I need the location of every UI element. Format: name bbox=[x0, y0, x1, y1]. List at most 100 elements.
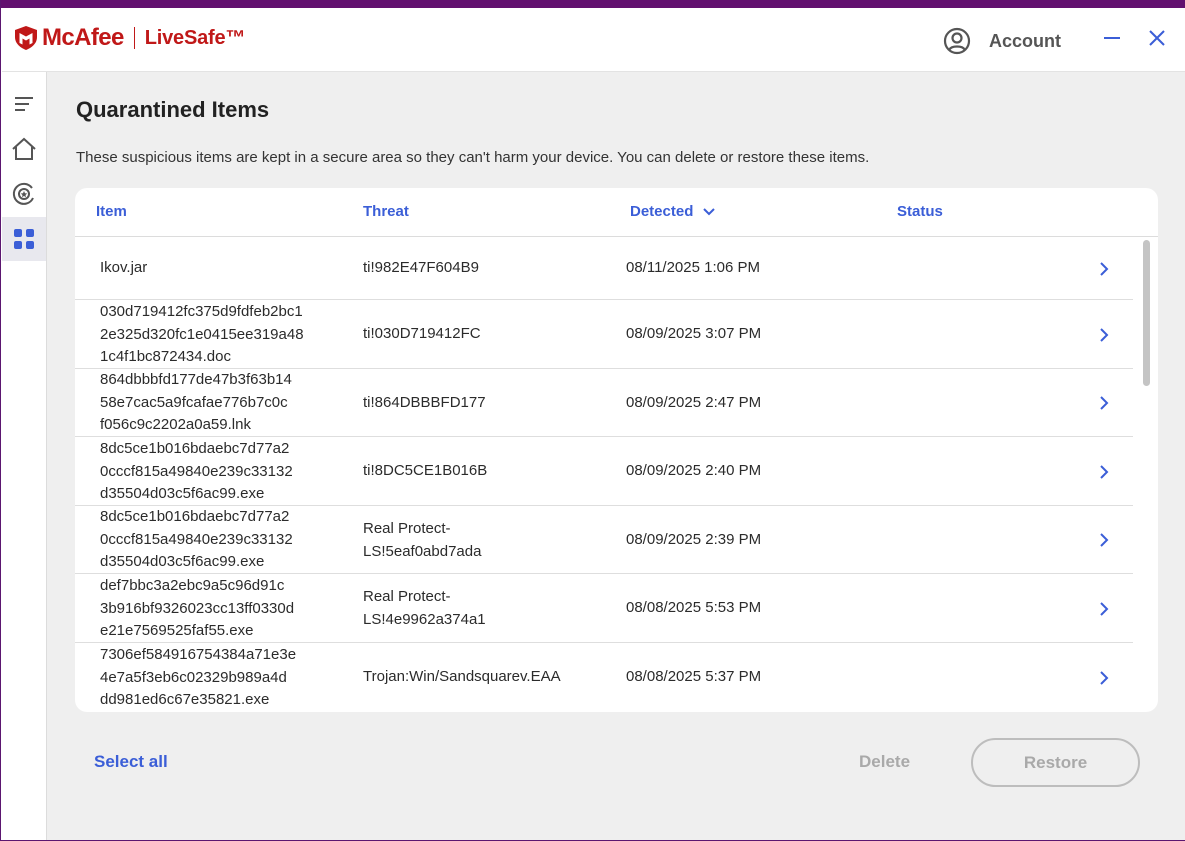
threat-name-cell-line: Real Protect- bbox=[363, 588, 451, 605]
table-row[interactable]: 8dc5ce1b016bdaebc7d77a2 0cccf815a49840e23… bbox=[75, 437, 1133, 506]
item-name-cell-line: 7306ef584916754384a71e3e bbox=[100, 646, 297, 663]
chevron-right-icon[interactable] bbox=[1097, 396, 1111, 410]
chevron-right-icon[interactable] bbox=[1097, 602, 1111, 616]
app-header: McAfee LiveSafe™ Account bbox=[2, 8, 1185, 72]
page-title: Quarantined Items bbox=[76, 97, 270, 122]
threat-name-cell-line: ti!864DBBBFD177 bbox=[363, 394, 486, 411]
column-header-item[interactable]: Item bbox=[96, 203, 127, 220]
item-name-cell-line: 8dc5ce1b016bdaebc7d77a2 bbox=[100, 508, 290, 525]
item-name-cell-line: d35504d03c5f6ac99.exe bbox=[100, 485, 265, 502]
item-name-cell: 8dc5ce1b016bdaebc7d77a2 0cccf815a49840e23… bbox=[100, 438, 340, 506]
brand-divider bbox=[133, 27, 135, 49]
chevron-right-icon[interactable] bbox=[1097, 671, 1111, 685]
item-name-cell-line: 0cccf815a49840e239c33132 bbox=[100, 530, 293, 548]
chevron-right-icon[interactable] bbox=[1097, 328, 1111, 342]
select-all-link[interactable]: Select all bbox=[94, 752, 168, 772]
item-name-cell: Ikov.jar bbox=[100, 257, 340, 280]
threat-name-cell: ti!982E47F604B9 bbox=[363, 257, 603, 280]
apps-grid-icon bbox=[14, 229, 34, 249]
chevron-right-icon[interactable] bbox=[1097, 465, 1111, 479]
threat-name-cell-line: Real Protect- bbox=[363, 520, 451, 537]
chevron-down-icon bbox=[702, 208, 715, 216]
restore-button[interactable]: Restore bbox=[971, 738, 1140, 787]
page-description: These suspicious items are kept in a sec… bbox=[76, 149, 870, 166]
home-icon bbox=[12, 137, 36, 160]
item-name-cell-line: 1c4f1bc872434.doc bbox=[100, 348, 231, 365]
delete-button[interactable]: Delete bbox=[859, 752, 910, 772]
quarantine-table: Item Threat Detected Status Ikov.jar ti!9… bbox=[75, 188, 1158, 712]
brand-name: McAfee bbox=[42, 24, 124, 51]
threat-name-cell: Real Protect- LS!4e9962a374a1 bbox=[363, 586, 603, 631]
item-name-cell: 8dc5ce1b016bdaebc7d77a2 0cccf815a49840e23… bbox=[100, 506, 340, 574]
table-row[interactable]: 864dbbbfd177de47b3f63b14 58e7cac5a9fcafae… bbox=[75, 369, 1133, 437]
sidebar-item-protection[interactable] bbox=[2, 172, 46, 216]
sidebar-item-menu[interactable] bbox=[2, 82, 46, 126]
item-name-cell-line: Ikov.jar bbox=[100, 259, 148, 276]
threat-name-cell-line: LS!4e9962a374a1 bbox=[363, 610, 486, 628]
detected-date-cell: 08/11/2025 1:06 PM bbox=[626, 259, 760, 276]
item-name-cell-line: 864dbbbfd177de47b3f63b14 bbox=[100, 371, 292, 388]
main-content: Quarantined Items These suspicious items… bbox=[47, 72, 1185, 840]
threat-name-cell-line: ti!982E47F604B9 bbox=[363, 259, 479, 276]
scrollbar[interactable] bbox=[1139, 240, 1153, 710]
item-name-cell-line: def7bbc3a2ebc9a5c96d91c bbox=[100, 577, 285, 594]
item-name-cell-line: 58e7cac5a9fcafae776b7c0c bbox=[100, 393, 288, 411]
sidebar-item-apps[interactable] bbox=[2, 217, 46, 261]
detected-date-cell: 08/09/2025 2:39 PM bbox=[626, 531, 762, 548]
threat-name-cell-line: LS!5eaf0abd7ada bbox=[363, 542, 482, 560]
threat-name-cell-line: Trojan:Win/Sandsquarev.EAA bbox=[363, 668, 561, 685]
item-name-cell: 7306ef584916754384a71e3e 4e7a5f3eb6c02329… bbox=[100, 644, 340, 712]
table-header: Item Threat Detected Status bbox=[75, 188, 1158, 237]
close-icon[interactable] bbox=[1146, 27, 1168, 49]
item-name-cell: 864dbbbfd177de47b3f63b14 58e7cac5a9fcafae… bbox=[100, 369, 340, 437]
item-name-cell-line: f056c9c2202a0a59.lnk bbox=[100, 416, 251, 433]
sidebar bbox=[2, 72, 47, 840]
column-header-status[interactable]: Status bbox=[897, 203, 943, 220]
item-name-cell: 030d719412fc375d9fdfeb2bc1 2e325d320fc1e0… bbox=[100, 301, 340, 369]
chevron-right-icon[interactable] bbox=[1097, 262, 1111, 276]
item-name-cell-line: e21e7569525faf55.exe bbox=[100, 622, 254, 639]
minimize-icon[interactable] bbox=[1101, 27, 1123, 49]
detected-date-cell: 08/09/2025 3:07 PM bbox=[626, 325, 762, 342]
product-name: LiveSafe™ bbox=[144, 26, 246, 49]
item-name-cell-line: 4e7a5f3eb6c02329b989a4d bbox=[100, 668, 287, 686]
column-header-detected-label: Detected bbox=[630, 203, 694, 220]
account-icon bbox=[943, 27, 971, 55]
app-window: McAfee LiveSafe™ Account Quarantined Ite… bbox=[0, 0, 1185, 841]
table-row[interactable]: 7306ef584916754384a71e3e 4e7a5f3eb6c02329… bbox=[75, 643, 1133, 712]
item-name-cell-line: 8dc5ce1b016bdaebc7d77a2 bbox=[100, 440, 290, 457]
threat-name-cell: ti!030D719412FC bbox=[363, 323, 603, 346]
brand-logo: McAfee LiveSafe™ bbox=[15, 24, 245, 52]
item-name-cell: def7bbc3a2ebc9a5c96d91c 3b916bf9326023cc1… bbox=[100, 575, 340, 643]
sidebar-item-home[interactable] bbox=[2, 127, 46, 171]
column-header-detected[interactable]: Detected bbox=[630, 203, 716, 220]
column-header-threat[interactable]: Threat bbox=[363, 203, 409, 220]
menu-icon bbox=[15, 97, 33, 111]
threat-name-cell: ti!8DC5CE1B016B bbox=[363, 460, 603, 483]
table-row[interactable]: def7bbc3a2ebc9a5c96d91c 3b916bf9326023cc1… bbox=[75, 574, 1133, 643]
item-name-cell-line: d35504d03c5f6ac99.exe bbox=[100, 553, 265, 570]
item-name-cell-line: 030d719412fc375d9fdfeb2bc1 bbox=[100, 303, 303, 320]
item-name-cell-line: 2e325d320fc1e0415ee319a48 bbox=[100, 325, 304, 343]
threat-name-cell-line: ti!8DC5CE1B016B bbox=[363, 462, 488, 479]
threat-name-cell-line: ti!030D719412FC bbox=[363, 325, 481, 342]
account-button[interactable]: Account bbox=[943, 27, 1061, 55]
chevron-right-icon[interactable] bbox=[1097, 533, 1111, 547]
item-name-cell-line: 0cccf815a49840e239c33132 bbox=[100, 462, 293, 480]
scrollbar-thumb[interactable] bbox=[1143, 240, 1150, 386]
mcafee-shield-icon bbox=[15, 26, 37, 50]
table-row[interactable]: Ikov.jar ti!982E47F604B9 08/11/2025 1:06 P… bbox=[75, 237, 1133, 300]
item-name-cell-line: 3b916bf9326023cc13ff0330d bbox=[100, 599, 295, 617]
detected-date-cell: 08/08/2025 5:53 PM bbox=[626, 599, 762, 616]
detected-date-cell: 08/08/2025 5:37 PM bbox=[626, 668, 762, 685]
threat-name-cell: Trojan:Win/Sandsquarev.EAA bbox=[363, 666, 603, 689]
item-name-cell-line: dd981ed6c67e35821.exe bbox=[100, 691, 270, 708]
threat-name-cell: Real Protect- LS!5eaf0abd7ada bbox=[363, 518, 603, 563]
table-row[interactable]: 030d719412fc375d9fdfeb2bc1 2e325d320fc1e0… bbox=[75, 300, 1133, 369]
protection-icon bbox=[12, 182, 34, 205]
table-row[interactable]: 8dc5ce1b016bdaebc7d77a2 0cccf815a49840e23… bbox=[75, 506, 1133, 574]
account-label: Account bbox=[989, 30, 1061, 51]
detected-date-cell: 08/09/2025 2:40 PM bbox=[626, 462, 762, 479]
threat-name-cell: ti!864DBBBFD177 bbox=[363, 392, 603, 415]
title-bar-strip bbox=[1, 0, 1185, 8]
